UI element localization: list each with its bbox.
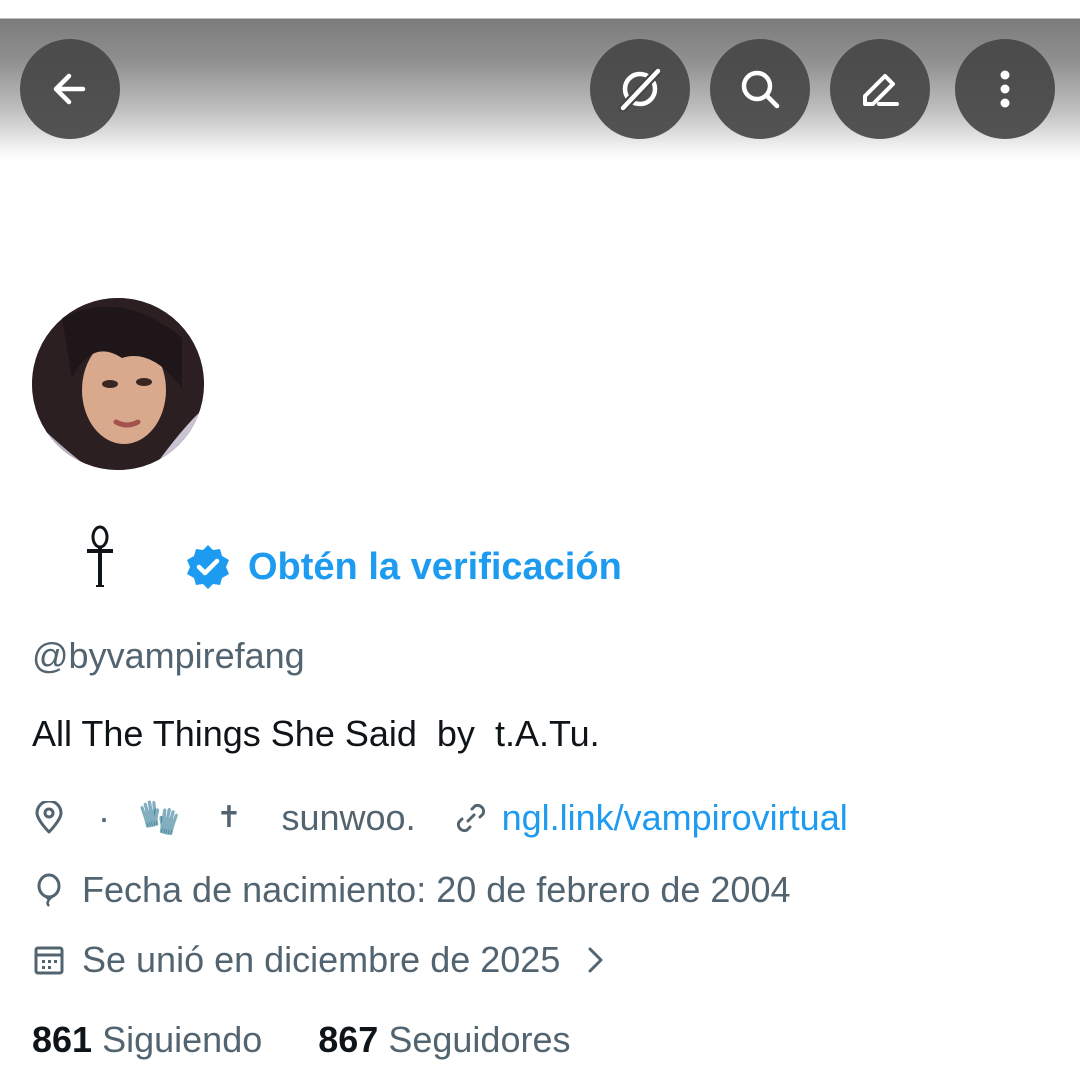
grok-button[interactable] [590,39,690,139]
verified-badge-icon[interactable] [184,543,232,591]
balloon-icon [32,873,66,907]
link-icon [454,801,488,835]
ankh-icon [87,525,113,587]
follow-stats: 861 Siguiendo 867 Seguidores [32,1017,571,1063]
display-name [84,524,116,588]
joined-row: Se unió en diciembre de 2025 [32,937,628,983]
avatar[interactable] [32,298,204,470]
following-label: Siguiendo [102,1019,263,1060]
website-link[interactable]: ngl.link/vampirovirtual [502,795,848,841]
pencil-icon [863,74,899,106]
user-handle: @byvampirefang [32,635,305,676]
search-icon [741,70,780,109]
followers-count: 867 [318,1019,379,1060]
location-website-row: · 🧤 ✝ sunwoo. ngl.link/vampirovirtual [32,795,848,841]
birthdate-text: Fecha de nacimiento: 20 de febrero de 20… [82,869,791,910]
grok-icon [618,67,662,113]
more-button[interactable] [955,39,1055,139]
followers-label: Seguidores [388,1019,571,1060]
location-dot: · [98,797,110,838]
get-verified-link[interactable]: Obtén la verificación [248,543,622,591]
following-count: 861 [32,1019,93,1060]
cross-symbol: ✝ [216,801,242,834]
chevron-right-icon[interactable] [578,943,612,977]
search-button[interactable] [710,39,810,139]
bio-text: All The Things She Said by t.A.Tu. [32,713,600,754]
back-button[interactable] [20,39,120,139]
calendar-icon [32,943,66,977]
location-pin-icon [32,801,66,835]
profile-page: Obtén la verificación @byvampirefang All… [0,0,1080,1090]
following-link[interactable]: 861 Siguiendo [32,1019,262,1060]
birthdate-row: Fecha de nacimiento: 20 de febrero de 20… [32,867,791,913]
gloves-emoji: 🧤 [138,799,181,837]
location-text: sunwoo. [281,797,416,838]
joined-text: Se unió en diciembre de 2025 [82,939,561,980]
more-vertical-icon [1000,70,1010,108]
followers-link[interactable]: 867 Seguidores [318,1019,570,1060]
arrow-left-icon [53,73,86,105]
edit-button[interactable] [830,39,930,139]
